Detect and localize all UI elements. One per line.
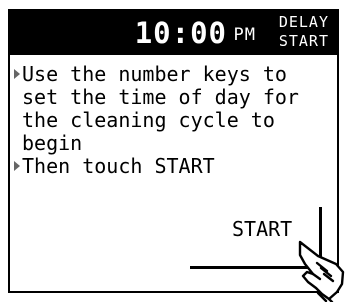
triangle-bullet-icon [14, 69, 20, 79]
mode-line-1: DELAY [278, 13, 329, 31]
clock-ampm: PM [233, 25, 256, 45]
instructions: Use the number keys to set the time of d… [13, 63, 333, 178]
instruction-text: Use the number keys to set the time of d… [22, 62, 299, 155]
instruction-text: Then touch START [22, 154, 215, 178]
triangle-bullet-icon [14, 161, 20, 171]
pointing-hand-icon [298, 240, 345, 302]
start-button-label: START [232, 217, 293, 241]
instruction-step: Then touch START [13, 155, 333, 178]
mode-indicator: DELAY START [279, 13, 329, 51]
instruction-step: Use the number keys to set the time of d… [13, 63, 333, 155]
status-header: 10:00 PM DELAY START [10, 11, 337, 55]
display-panel: 10:00 PM DELAY START Use the number keys… [8, 9, 339, 293]
clock-time: 10:00 [134, 16, 227, 50]
mode-line-2: START [278, 32, 329, 50]
